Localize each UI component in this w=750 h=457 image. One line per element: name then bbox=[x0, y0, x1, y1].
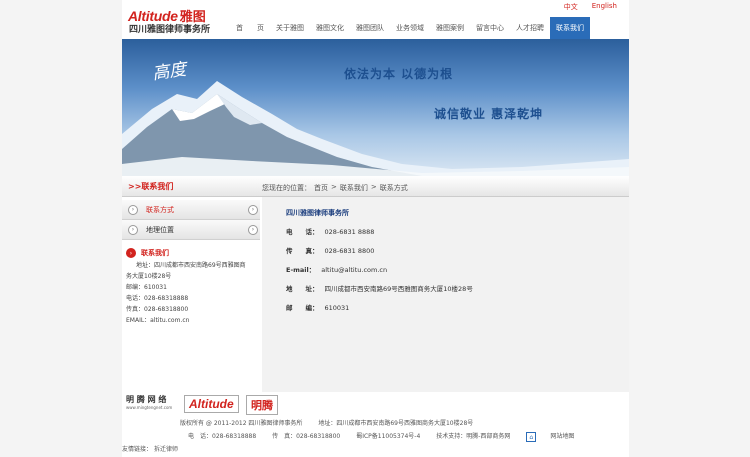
breadcrumb-sep: > bbox=[370, 183, 377, 191]
lang-chinese[interactable]: 中文 bbox=[564, 2, 578, 12]
footer-fax: 传 真：028-68318800 bbox=[272, 433, 341, 440]
footer-icp[interactable]: 蜀ICP备11005374号-4 bbox=[356, 433, 420, 440]
footer-line-1: 版权所有 @ 2011-2012 四川雅图律师事务所 地址：四川成都市西安南路6… bbox=[180, 418, 487, 427]
copyright: 版权所有 @ 2011-2012 四川雅图律师事务所 bbox=[180, 420, 303, 427]
sidebar-item-location[interactable]: › 地理位置 › bbox=[122, 220, 260, 240]
nav-careers[interactable]: 人才招聘 bbox=[510, 17, 550, 39]
banner: 高度 依法为本 以德为根 诚信敬业 惠泽乾坤 bbox=[122, 39, 629, 176]
sidebar-item-contact-method[interactable]: › 联系方式 › bbox=[122, 200, 260, 220]
slogan-primary: 依法为本 以德为根 bbox=[344, 67, 454, 81]
content-title: 四川雅图律师事务所 bbox=[286, 209, 349, 217]
content-row-phone: 电 话： 028-6831 8888 bbox=[286, 226, 374, 236]
mingteng-logo[interactable]: 明腾 bbox=[246, 395, 278, 415]
language-switch: 中文 English bbox=[564, 2, 617, 12]
nav-messages[interactable]: 留言中心 bbox=[470, 17, 510, 39]
content-row-address: 地 址： 四川成都市西安南路69号西雅图商务大厦10楼28号 bbox=[286, 283, 473, 293]
row-label: E-mail： bbox=[286, 266, 316, 274]
mingteng-net-logo[interactable]: 明 腾 网 络 www.mingtengnet.com bbox=[126, 394, 172, 410]
footer: 版权所有 @ 2011-2012 四川雅图律师事务所 地址：四川成都市西安南路6… bbox=[0, 414, 750, 457]
section-title: >>联系我们 bbox=[128, 182, 174, 191]
footer-phone: 电 话：028-68318888 bbox=[188, 433, 257, 440]
main-nav: 首 页 关于雅图 雅图文化 雅图团队 业务领域 雅图案例 留言中心 人才招聘 联… bbox=[230, 17, 590, 39]
main-content: 四川雅图律师事务所 电 话： 028-6831 8888 传 真： 028-6831… bbox=[262, 197, 629, 393]
nav-team[interactable]: 雅图团队 bbox=[350, 17, 390, 39]
contact-line: 地址：四川成都市西安南路69号西雅图商 bbox=[136, 262, 246, 269]
friend-link[interactable]: 拆迁律师 bbox=[154, 446, 178, 453]
row-value: 四川成都市西安南路69号西雅图商务大厦10楼28号 bbox=[324, 285, 473, 293]
contact-dot-icon: › bbox=[126, 248, 136, 258]
breadcrumb-sep: > bbox=[331, 183, 337, 191]
lang-english[interactable]: English bbox=[592, 2, 617, 12]
nav-practice[interactable]: 业务领域 bbox=[390, 17, 430, 39]
nav-home[interactable]: 首 页 bbox=[230, 17, 270, 39]
friend-links-label: 友情链接： bbox=[122, 446, 153, 453]
nav-culture[interactable]: 雅图文化 bbox=[310, 17, 350, 39]
friend-links: 友情链接： 拆迁律师 bbox=[122, 444, 192, 453]
breadcrumb-home[interactable]: 首页 bbox=[314, 183, 328, 193]
arrow-right-icon: › bbox=[128, 224, 138, 235]
contact-line: 传真：028-68318800 bbox=[126, 306, 189, 313]
row-value[interactable]: altitu@altitu.com.cn bbox=[321, 266, 387, 274]
mountain-illustration bbox=[122, 81, 629, 176]
sidebar-item-label: 联系方式 bbox=[146, 205, 174, 214]
breadcrumb: 您现在的位置： 首页 > 联系我们 > 联系方式 bbox=[262, 183, 408, 193]
row-label: 传 真： bbox=[286, 247, 319, 255]
row-value: 028-6831 8800 bbox=[324, 247, 375, 255]
footer-line-2: 电 话：028-68318888 传 真：028-68318800 蜀ICP备1… bbox=[188, 431, 588, 442]
home-icon[interactable]: ⌂ bbox=[526, 431, 537, 442]
arrow-right-icon: › bbox=[248, 204, 258, 215]
contact-line: 邮编：610031 bbox=[126, 284, 167, 291]
breadcrumb-contact[interactable]: 联系我们 bbox=[340, 183, 368, 193]
nav-cases[interactable]: 雅图案例 bbox=[430, 17, 470, 39]
altitude-logo[interactable]: Altitude bbox=[184, 395, 239, 413]
breadcrumb-prefix: 您现在的位置： bbox=[262, 184, 311, 192]
contact-heading: › 联系我们 bbox=[126, 246, 260, 260]
content-row-fax: 传 真： 028-6831 8800 bbox=[286, 245, 374, 255]
calligraphy: 高度 bbox=[151, 59, 188, 85]
sitemap-link[interactable]: 网站地图 bbox=[550, 433, 574, 440]
sidebar-contact: › 联系我们 地址：四川成都市西安南路69号西雅图商 务大厦10楼28号 邮编：… bbox=[122, 246, 260, 326]
content-row-postcode: 邮 编： 610031 bbox=[286, 302, 349, 312]
content-row-email: E-mail： altitu@altitu.com.cn bbox=[286, 264, 387, 274]
row-label: 电 话： bbox=[286, 228, 319, 236]
arrow-right-icon: › bbox=[128, 204, 138, 215]
logo-text: 明 腾 网 络 bbox=[126, 395, 167, 404]
contact-title: 联系我们 bbox=[141, 249, 169, 257]
firm-name: 四川雅图律师事务所 bbox=[129, 25, 211, 35]
sidebar: › 联系方式 › › 地理位置 › › 联系我们 地址：四川成都市西安南路69号… bbox=[122, 200, 260, 326]
footer-address: 地址：四川成都市西安南路69号西雅图商务大厦10楼28号 bbox=[318, 420, 474, 427]
row-label: 邮 编： bbox=[286, 304, 319, 312]
nav-about[interactable]: 关于雅图 bbox=[270, 17, 310, 39]
contact-line: 电话：028-68318888 bbox=[126, 295, 189, 302]
header: Altitude 雅图 四川雅图律师事务所 中文 English 首 页 关于雅图… bbox=[122, 0, 629, 39]
row-value: 028-6831 8888 bbox=[324, 228, 375, 236]
nav-contact[interactable]: 联系我们 bbox=[550, 17, 590, 39]
contact-line: EMAIL：altitu.com.cn bbox=[126, 317, 190, 324]
slogan-secondary: 诚信敬业 惠泽乾坤 bbox=[434, 107, 544, 121]
contact-line: 务大厦10楼28号 bbox=[126, 273, 172, 280]
row-label: 地 址： bbox=[286, 285, 319, 293]
page-container: Altitude 雅图 四川雅图律师事务所 中文 English 首 页 关于雅图… bbox=[122, 0, 629, 457]
logo-url: www.mingtengnet.com bbox=[126, 405, 173, 410]
footer-logos: 明 腾 网 络 www.mingtengnet.com Altitude 明腾 bbox=[122, 392, 629, 415]
arrow-right-icon: › bbox=[248, 224, 258, 235]
section-bar: >>联系我们 您现在的位置： 首页 > 联系我们 > 联系方式 bbox=[122, 176, 629, 197]
sidebar-item-label: 地理位置 bbox=[146, 225, 174, 234]
footer-tech[interactable]: 技术支持：明腾-西部商务网 bbox=[436, 433, 510, 440]
row-value: 610031 bbox=[324, 304, 350, 312]
breadcrumb-current: 联系方式 bbox=[379, 184, 408, 192]
